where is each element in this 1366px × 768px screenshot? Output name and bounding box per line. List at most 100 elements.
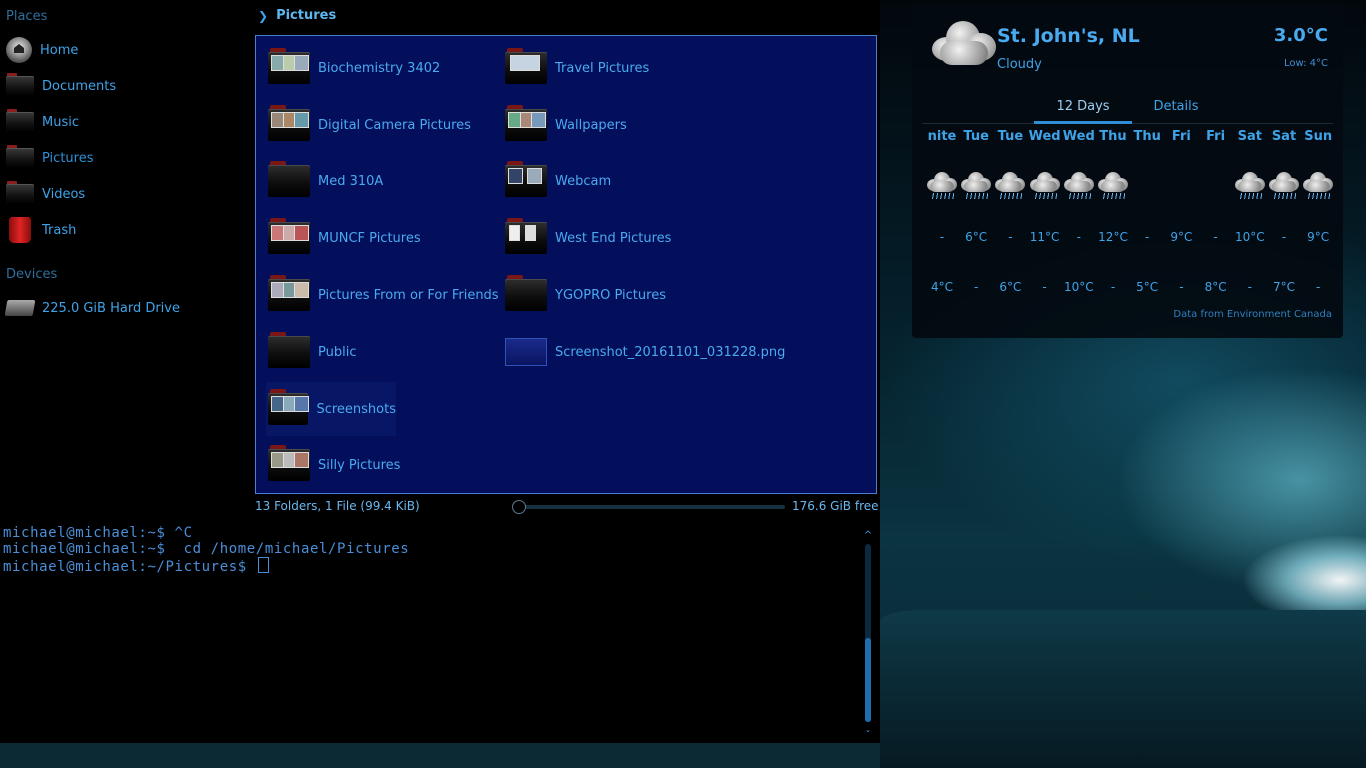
sidebar-item-pictures[interactable]: Pictures <box>6 143 93 173</box>
forecast-high: 9°C <box>1307 230 1330 244</box>
places-sidebar: Places Home Documents Music Pictures Vid… <box>0 0 250 520</box>
forecast-low: 7°C <box>1272 280 1295 294</box>
cloud-icon <box>930 19 996 65</box>
sidebar-item-hard-drive[interactable]: 225.0 GiB Hard Drive <box>4 293 180 323</box>
file-item[interactable]: Travel Pictures <box>505 46 649 90</box>
forecast-day-label: Tue <box>997 129 1024 144</box>
file-item[interactable]: MUNCF Pictures <box>268 216 421 260</box>
file-item[interactable]: Pictures From or For Friends <box>268 273 499 317</box>
weather-temperature: 3.0°C <box>1273 25 1328 46</box>
file-view[interactable]: Biochemistry 3402 Digital Camera Picture… <box>255 35 877 494</box>
forecast-low: 8°C <box>1204 280 1227 294</box>
terminal-scrollbar[interactable]: ^ ˇ <box>862 530 874 741</box>
terminal-panel[interactable]: michael@michael:~$ ^C michael@michael:~$… <box>0 522 880 743</box>
forecast-low: - <box>1042 280 1047 294</box>
free-space-label: 176.6 GiB free <box>792 499 879 513</box>
taskbar-strip <box>0 743 880 768</box>
file-item[interactable]: Screenshot_20161101_031228.png <box>505 330 785 374</box>
zoom-slider-track[interactable] <box>520 505 785 509</box>
forecast-high: - <box>1213 230 1218 244</box>
file-item[interactable]: Screenshots <box>266 382 396 436</box>
forecast-high: - <box>1076 230 1081 244</box>
chevron-right-icon[interactable]: ❯ <box>258 9 268 23</box>
terminal-cursor <box>257 557 269 573</box>
status-summary: 13 Folders, 1 File (99.4 KiB) <box>255 499 420 513</box>
weather-widget: St. John's, NL Cloudy 3.0°C Low: 4°C 12 … <box>912 5 1343 338</box>
trash-icon <box>9 217 31 243</box>
sidebar-item-videos[interactable]: Videos <box>6 179 85 209</box>
zoom-slider[interactable] <box>512 500 787 514</box>
file-item-label: Med 310A <box>318 173 384 189</box>
active-tab-indicator <box>1034 121 1132 124</box>
rain-cloud-icon <box>925 169 959 203</box>
file-item-label: MUNCF Pictures <box>318 230 421 246</box>
forecast-high: - <box>1281 230 1287 244</box>
forecast-high: - <box>1008 230 1013 244</box>
file-item[interactable]: Digital Camera Pictures <box>268 103 471 147</box>
weather-city: St. John's, NL <box>997 25 1140 47</box>
file-item-label: Silly Pictures <box>318 457 401 473</box>
forecast-day-label: Fri <box>1206 129 1226 144</box>
file-item[interactable]: Silly Pictures <box>268 443 400 487</box>
file-item-label: Digital Camera Pictures <box>318 117 471 133</box>
file-item-label: Webcam <box>555 173 612 189</box>
forecast-day-label: Wed <box>1062 129 1095 144</box>
forecast-low: - <box>1110 280 1116 294</box>
forecast-day-label: Sat <box>1271 129 1297 144</box>
forecast-high: 12°C <box>1098 230 1128 244</box>
tab-12-days[interactable]: 12 Days <box>1034 99 1132 114</box>
forecast-low: 6°C <box>999 280 1022 294</box>
forecast-high: 10°C <box>1234 230 1265 244</box>
devices-heading: Devices <box>6 267 58 282</box>
forecast-day-label: Thu <box>1133 129 1161 144</box>
zoom-slider-handle[interactable] <box>512 500 526 514</box>
folder-icon <box>505 48 547 84</box>
forecast-high: 11°C <box>1029 230 1060 244</box>
file-item[interactable]: West End Pictures <box>505 216 671 260</box>
forecast-low: - <box>1316 280 1321 294</box>
sidebar-item-trash[interactable]: Trash <box>6 215 76 245</box>
file-item[interactable]: Public <box>268 330 356 374</box>
tab-details[interactable]: Details <box>1152 99 1200 114</box>
file-item[interactable]: Med 310A <box>268 159 383 203</box>
rain-cloud-icon <box>1028 169 1062 203</box>
file-item[interactable]: Wallpapers <box>505 103 627 147</box>
scroll-up-icon[interactable]: ^ <box>862 530 874 541</box>
forecast-high: - <box>939 230 945 244</box>
sidebar-item-label: Pictures <box>42 150 94 166</box>
folder-icon <box>505 161 547 197</box>
terminal-prompt-line[interactable]: michael@michael:~/Pictures$ <box>3 557 269 575</box>
forecast-high: 6°C <box>965 230 988 244</box>
file-item-label: Screenshots <box>316 401 396 417</box>
weather-low: Low: 4°C <box>1283 58 1328 69</box>
file-item[interactable]: Biochemistry 3402 <box>268 46 440 90</box>
rain-cloud-icon <box>1062 169 1096 203</box>
terminal-line: michael@michael:~$ cd /home/michael/Pict… <box>3 541 410 557</box>
home-icon <box>6 37 32 63</box>
folder-icon <box>268 105 310 141</box>
file-item[interactable]: Webcam <box>505 159 611 203</box>
sidebar-item-documents[interactable]: Documents <box>6 71 116 101</box>
folder-icon <box>268 275 310 311</box>
forecast-low: 5°C <box>1136 280 1159 294</box>
places-heading: Places <box>6 9 48 24</box>
sidebar-item-music[interactable]: Music <box>6 107 79 137</box>
breadcrumb-current[interactable]: Pictures <box>276 8 336 23</box>
forecast-low: - <box>1179 280 1184 294</box>
file-item-label: Travel Pictures <box>555 60 650 76</box>
sidebar-item-label: 225.0 GiB Hard Drive <box>42 300 180 316</box>
forecast-low: - <box>1247 280 1252 294</box>
weather-condition: Cloudy <box>997 57 1042 72</box>
forecast-high: - <box>1145 230 1150 244</box>
terminal-line: michael@michael:~$ ^C <box>3 525 193 541</box>
file-item-label: Pictures From or For Friends <box>318 287 499 303</box>
scrollbar-thumb[interactable] <box>865 638 871 722</box>
forecast-day-label: Tue <box>963 129 989 144</box>
file-item-label: Public <box>318 344 357 360</box>
file-item[interactable]: YGOPRO Pictures <box>505 273 666 317</box>
scroll-down-icon[interactable]: ˇ <box>862 730 874 741</box>
rain-cloud-icon <box>1301 169 1335 203</box>
sidebar-item-home[interactable]: Home <box>6 35 78 65</box>
sidebar-item-label: Music <box>42 114 79 130</box>
forecast-day-label: Wed <box>1028 129 1061 144</box>
